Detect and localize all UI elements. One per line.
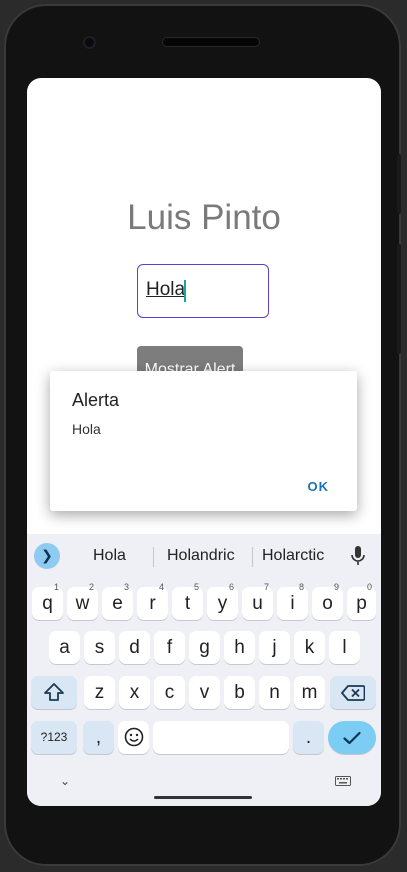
key-hint: 9 [333,582,339,592]
front-camera [83,36,96,49]
key-d[interactable]: d [119,631,150,664]
key-label: w [75,593,90,614]
alert-dialog: Alerta Hola OK [50,371,357,511]
key-t[interactable]: t5 [172,582,203,620]
key-j[interactable]: j [259,631,290,664]
key-hint: 5 [193,582,199,592]
page-title: Luis Pinto [127,198,281,237]
key-a[interactable]: a [49,631,80,664]
key-hint: 7 [263,582,269,592]
suggestion-3[interactable]: Holarctic [262,547,324,565]
power-button [397,154,401,214]
key-label: r [149,593,156,614]
key-y[interactable]: y6 [207,582,238,620]
checkmark-icon [343,731,361,745]
key-e[interactable]: e3 [102,582,133,620]
chevron-right-icon[interactable]: ❯ [34,543,60,569]
input-value: Hola [146,279,186,300]
key-label: i [290,593,295,614]
key-i[interactable]: i8 [277,582,308,620]
key-label: o [322,593,333,614]
microphone-icon[interactable] [351,546,365,566]
space-bar[interactable] [153,721,289,754]
key-label: t [184,593,191,614]
period-key[interactable]: . [293,721,324,754]
earpiece-speaker [162,37,260,47]
key-b[interactable]: b [224,676,255,709]
key-o[interactable]: o9 [312,582,343,620]
key-hint: 2 [88,582,94,592]
home-indicator[interactable] [154,796,252,799]
symbols-key[interactable]: ?123 [31,721,77,754]
key-v[interactable]: v [189,676,220,709]
screen: Luis Pinto Hola Mostrar Alert Alerta Hol… [27,78,381,806]
key-hint: 4 [158,582,164,592]
key-m[interactable]: m [294,676,325,709]
enter-key[interactable] [328,721,376,754]
dialog-message: Hola [72,421,101,437]
suggestion-1[interactable]: Hola [93,547,126,565]
emoji-icon [124,727,143,747]
key-hint: 6 [228,582,234,592]
text-input[interactable]: Hola [137,264,269,318]
divider [252,547,253,567]
soft-keyboard: ❯ Hola Holandric Holarctic q1 w2 e3 r4 t… [27,534,381,806]
key-label: q [42,593,53,614]
key-n[interactable]: n [259,676,290,709]
key-c[interactable]: c [154,676,185,709]
keyboard-icon[interactable] [335,776,351,786]
key-x[interactable]: x [119,676,150,709]
key-l[interactable]: l [329,631,360,664]
phone-frame: Luis Pinto Hola Mostrar Alert Alerta Hol… [4,4,401,866]
chevron-down-icon[interactable]: ⌄ [60,774,70,788]
text-cursor [184,280,186,302]
key-hint: 8 [298,582,304,592]
suggestion-2[interactable]: Holandric [167,547,235,565]
emoji-key[interactable] [118,721,149,754]
key-hint: 3 [123,582,129,592]
key-label: u [252,593,263,614]
key-w[interactable]: w2 [67,582,98,620]
key-q[interactable]: q1 [32,582,63,620]
key-label: p [356,593,367,614]
backspace-key[interactable] [330,676,376,709]
suggestion-strip: ❯ Hola Holandric Holarctic [27,534,381,578]
key-r[interactable]: r4 [137,582,168,620]
key-hint: 1 [53,582,59,592]
key-z[interactable]: z [84,676,115,709]
key-g[interactable]: g [189,631,220,664]
dialog-title: Alerta [72,390,120,410]
key-p[interactable]: p0 [347,582,376,620]
key-k[interactable]: k [294,631,325,664]
key-f[interactable]: f [154,631,185,664]
key-label: e [112,593,123,614]
key-label: y [217,593,228,614]
key-s[interactable]: s [84,631,115,664]
shift-key[interactable] [31,676,77,709]
comma-key[interactable]: , [83,721,114,754]
volume-button [397,244,401,354]
divider [153,547,154,567]
key-h[interactable]: h [224,631,255,664]
shift-icon [44,683,64,701]
key-u[interactable]: u7 [242,582,273,620]
backspace-icon [341,685,366,701]
key-hint: 0 [366,582,372,592]
ok-button[interactable]: OK [308,479,330,494]
